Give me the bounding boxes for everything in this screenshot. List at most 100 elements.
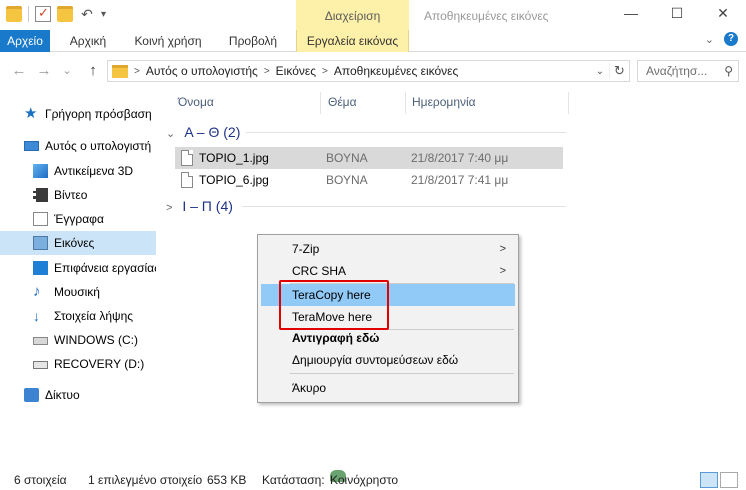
- nav-item-label: Έγγραφα: [54, 212, 104, 226]
- desktop-icon: [33, 261, 48, 275]
- properties-icon[interactable]: [35, 5, 51, 22]
- manage-contextual-tab[interactable]: Διαχείριση: [296, 0, 409, 32]
- nav-item-desktop[interactable]: Επιφάνεια εργασίας: [0, 256, 156, 280]
- nav-item-label: Στοιχεία λήψης: [54, 309, 134, 323]
- folder-icon: [112, 64, 128, 78]
- new-folder-icon[interactable]: [57, 6, 73, 22]
- search-input[interactable]: Αναζήτησ... ⚲: [637, 60, 739, 82]
- status-bar: 6 στοιχεία 1 επιλεγμένο στοιχείο 653 KB …: [0, 470, 746, 490]
- tab-picture-tools[interactable]: Εργαλεία εικόνας: [296, 30, 409, 52]
- nav-item-windows-drive[interactable]: WINDOWS (C:): [0, 328, 156, 352]
- nav-item-label: Αντικείμενα 3D: [54, 164, 134, 178]
- group-label: Α – Θ (2): [184, 124, 241, 140]
- column-divider[interactable]: [568, 92, 569, 114]
- column-divider[interactable]: [320, 92, 321, 114]
- nav-item-quick-access[interactable]: ★ Γρήγορη πρόσβαση: [0, 102, 156, 126]
- nav-item-label: WINDOWS (C:): [54, 333, 138, 347]
- back-button[interactable]: ←: [10, 62, 28, 80]
- breadcrumb-saved-pictures[interactable]: Αποθηκευμένες εικόνες: [334, 64, 458, 78]
- menu-item-create-shortcuts-here[interactable]: Δημιουργία συντομεύσεων εδώ: [261, 349, 515, 371]
- image-file-icon: [181, 150, 193, 166]
- title-bar: ↶ ▾ Διαχείριση Αποθηκευμένες εικόνες — ☐…: [0, 0, 746, 32]
- close-button[interactable]: ✕: [700, 0, 746, 26]
- menu-item-crc-sha[interactable]: CRC SHA >: [261, 260, 515, 282]
- file-name: TOPIO_6.jpg: [199, 173, 269, 187]
- forward-button[interactable]: →: [35, 62, 53, 80]
- file-name: TOPIO_1.jpg: [199, 151, 269, 165]
- breadcrumb-separator[interactable]: >: [264, 66, 270, 77]
- table-row[interactable]: TOPIO_6.jpg ΒΟΥΝΑ 21/8/2017 7:41 μμ: [175, 169, 563, 191]
- nav-item-videos[interactable]: Βίντεο: [0, 183, 156, 207]
- navigation-pane: ★ Γρήγορη πρόσβαση Αυτός ο υπολογιστή Αν…: [0, 98, 156, 462]
- group-header-i-p[interactable]: > Ι – Π (4): [166, 197, 566, 215]
- customize-toolbar-chevron-icon[interactable]: ▾: [101, 9, 106, 20]
- nav-item-3d-objects[interactable]: Αντικείμενα 3D: [0, 159, 156, 183]
- nav-item-label: RECOVERY (D:): [54, 357, 145, 371]
- up-button[interactable]: ↑: [84, 62, 102, 80]
- window-title: Αποθηκευμένες εικόνες: [424, 9, 549, 23]
- objects-3d-icon: [33, 164, 48, 178]
- nav-item-documents[interactable]: Έγγραφα: [0, 207, 156, 231]
- refresh-icon[interactable]: ↻: [609, 63, 629, 79]
- star-icon: ★: [24, 105, 38, 122]
- nav-item-label: Βίντεο: [54, 188, 88, 202]
- nav-item-recovery-drive[interactable]: RECOVERY (D:): [0, 352, 156, 376]
- tab-view[interactable]: Προβολή: [218, 30, 288, 52]
- minimize-button[interactable]: —: [608, 0, 654, 26]
- address-dropdown-icon[interactable]: ⌄: [591, 66, 609, 77]
- quick-access-toolbar: ↶ ▾: [6, 5, 106, 22]
- expand-ribbon-chevron-icon[interactable]: ⌄: [705, 33, 714, 46]
- video-icon: [33, 188, 48, 202]
- column-header-subject[interactable]: Θέμα: [328, 92, 357, 112]
- details-view-button[interactable]: [700, 472, 718, 488]
- nav-item-label: Εικόνες: [54, 236, 95, 250]
- pictures-icon: [33, 236, 48, 250]
- nav-item-this-pc[interactable]: Αυτός ο υπολογιστή: [0, 134, 156, 158]
- selection-size: 653 KB: [207, 473, 247, 487]
- computer-icon: [24, 141, 39, 151]
- menu-item-copy-here[interactable]: Αντιγραφή εδώ: [261, 327, 515, 349]
- file-subject: ΒΟΥΝΑ: [326, 173, 368, 187]
- breadcrumb-separator[interactable]: >: [134, 66, 140, 77]
- nav-item-downloads[interactable]: ↓ Στοιχεία λήψης: [0, 304, 156, 328]
- tab-file[interactable]: Αρχείο: [0, 30, 50, 52]
- address-bar[interactable]: > Αυτός ο υπολογιστής > Εικόνες > Αποθηκ…: [107, 60, 630, 82]
- table-row[interactable]: TOPIO_1.jpg ΒΟΥΝΑ 21/8/2017 7:40 μμ: [175, 147, 563, 169]
- nav-item-label: Δίκτυο: [45, 388, 80, 402]
- column-header-date[interactable]: Ημερομηνία: [412, 92, 476, 112]
- submenu-arrow-icon: >: [499, 265, 506, 277]
- group-divider: [242, 206, 566, 207]
- network-icon: [24, 388, 39, 402]
- nav-item-network[interactable]: Δίκτυο: [0, 383, 156, 407]
- file-subject: ΒΟΥΝΑ: [326, 151, 368, 165]
- menu-separator: [290, 373, 514, 374]
- breadcrumb-separator[interactable]: >: [322, 66, 328, 77]
- breadcrumb-this-pc[interactable]: Αυτός ο υπολογιστής: [146, 64, 258, 78]
- tab-share[interactable]: Κοινή χρήση: [126, 30, 210, 52]
- navigation-bar: ← → ⌄ ↑ > Αυτός ο υπολογιστής > Εικόνες …: [0, 54, 746, 88]
- column-header-name[interactable]: Όνομα: [178, 92, 214, 112]
- nav-item-music[interactable]: ♪ Μουσική: [0, 280, 156, 304]
- menu-item-cancel[interactable]: Άκυρο: [261, 377, 515, 399]
- state-value-text: Κοινόχρηστο: [330, 473, 398, 487]
- breadcrumb-pictures[interactable]: Εικόνες: [276, 64, 316, 78]
- recent-locations-button[interactable]: ⌄: [58, 62, 76, 80]
- group-header-a-th[interactable]: ⌄ Α – Θ (2): [166, 123, 566, 141]
- menu-item-label: CRC SHA: [292, 264, 347, 278]
- nav-item-pictures[interactable]: Εικόνες: [0, 231, 156, 255]
- documents-icon: [33, 212, 48, 226]
- menu-item-7zip[interactable]: 7-Zip >: [261, 238, 515, 260]
- item-count: 6 στοιχεία: [14, 473, 67, 487]
- state-label: Κατάσταση:: [262, 473, 325, 487]
- search-placeholder: Αναζήτησ...: [646, 64, 708, 78]
- tab-home[interactable]: Αρχική: [58, 30, 118, 52]
- chevron-right-icon: >: [166, 202, 173, 214]
- help-icon[interactable]: ?: [724, 32, 738, 46]
- large-icons-view-button[interactable]: [720, 472, 738, 488]
- maximize-button[interactable]: ☐: [654, 0, 700, 26]
- nav-item-label: Γρήγορη πρόσβαση: [45, 107, 152, 121]
- column-divider[interactable]: [405, 92, 406, 114]
- undo-icon[interactable]: ↶: [79, 6, 95, 22]
- music-icon: ♪: [33, 283, 41, 300]
- drive-icon: [33, 337, 48, 345]
